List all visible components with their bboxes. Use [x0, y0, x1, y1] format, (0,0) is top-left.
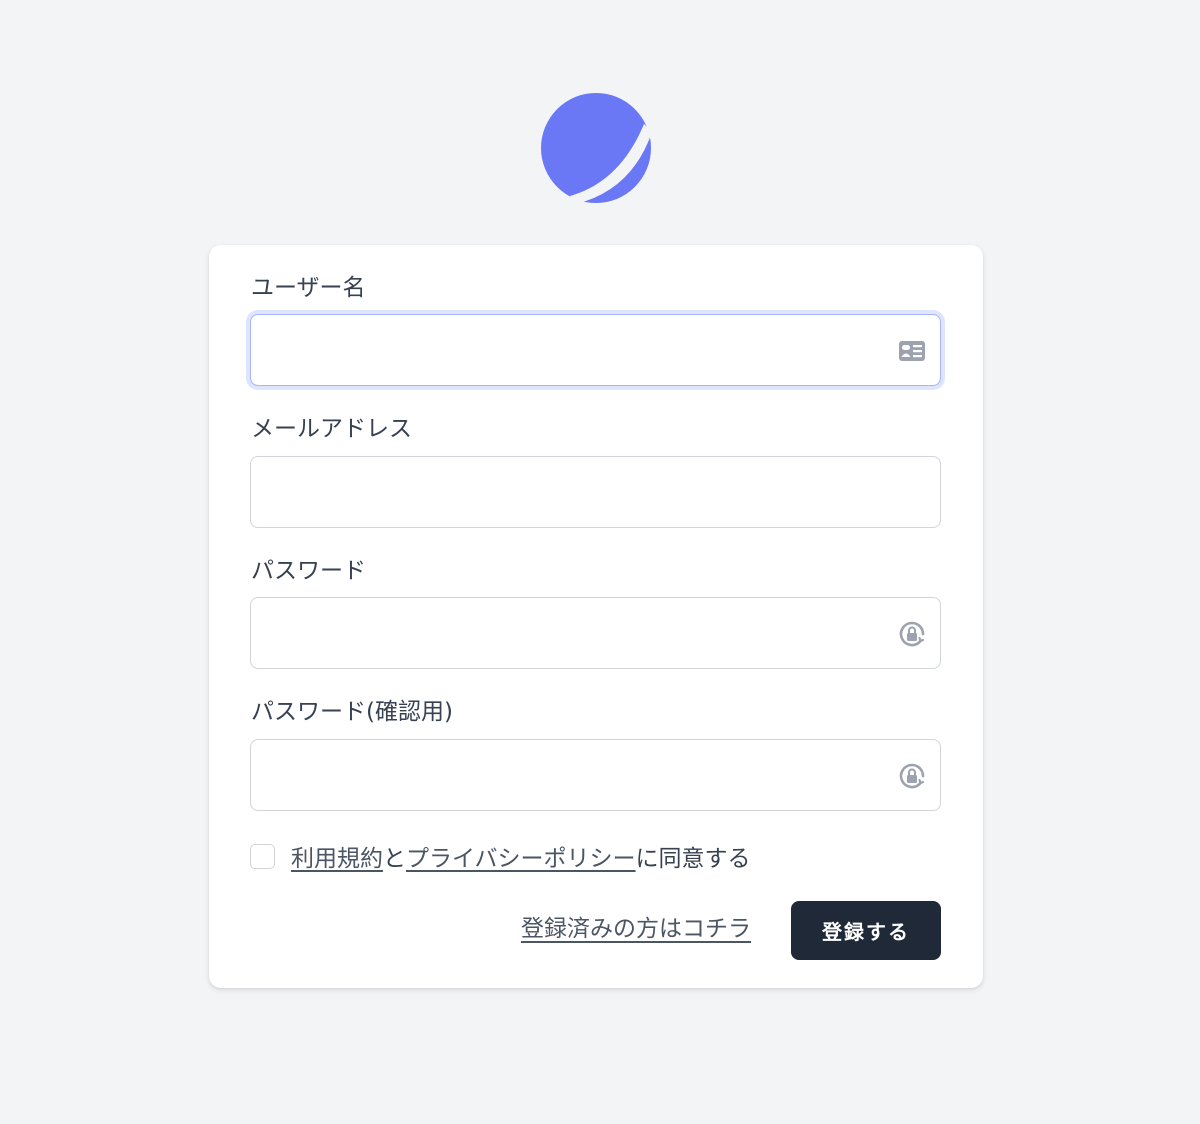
- email-input[interactable]: [251, 457, 940, 527]
- email-field[interactable]: [250, 456, 941, 528]
- email-label: メールアドレス: [251, 416, 412, 442]
- password-lock-icon[interactable]: [898, 762, 926, 790]
- agreement-suffix: に同意する: [635, 846, 751, 872]
- agree-checkbox[interactable]: [250, 843, 275, 869]
- password-field[interactable]: [250, 597, 941, 669]
- username-input[interactable]: [251, 315, 940, 385]
- agreement-row: 利用規約とプライバシーポリシーに同意する: [250, 839, 751, 873]
- agreement-text: 利用規約とプライバシーポリシーに同意する: [291, 839, 751, 873]
- register-button[interactable]: 登録する: [791, 901, 941, 960]
- register-form-card: ユーザー名 メールアドレス パスワード パスワード(確認用) 利用規約とプライバ…: [209, 245, 983, 988]
- password-label: パスワード: [251, 558, 366, 584]
- privacy-policy-link[interactable]: プライバシーポリシー: [406, 846, 636, 872]
- already-registered-link[interactable]: 登録済みの方はコチラ: [521, 913, 751, 945]
- password-confirm-input[interactable]: [251, 740, 940, 810]
- password-lock-icon[interactable]: [898, 620, 926, 648]
- username-field[interactable]: [250, 314, 941, 386]
- password-input[interactable]: [251, 598, 940, 668]
- planet-logo: [541, 93, 651, 203]
- username-label: ユーザー名: [251, 275, 366, 301]
- password-confirm-field[interactable]: [250, 739, 941, 811]
- agreement-connector: と: [383, 846, 406, 872]
- password-confirm-label: パスワード(確認用): [251, 699, 453, 725]
- id-card-icon[interactable]: [898, 337, 926, 365]
- terms-link[interactable]: 利用規約: [291, 846, 383, 872]
